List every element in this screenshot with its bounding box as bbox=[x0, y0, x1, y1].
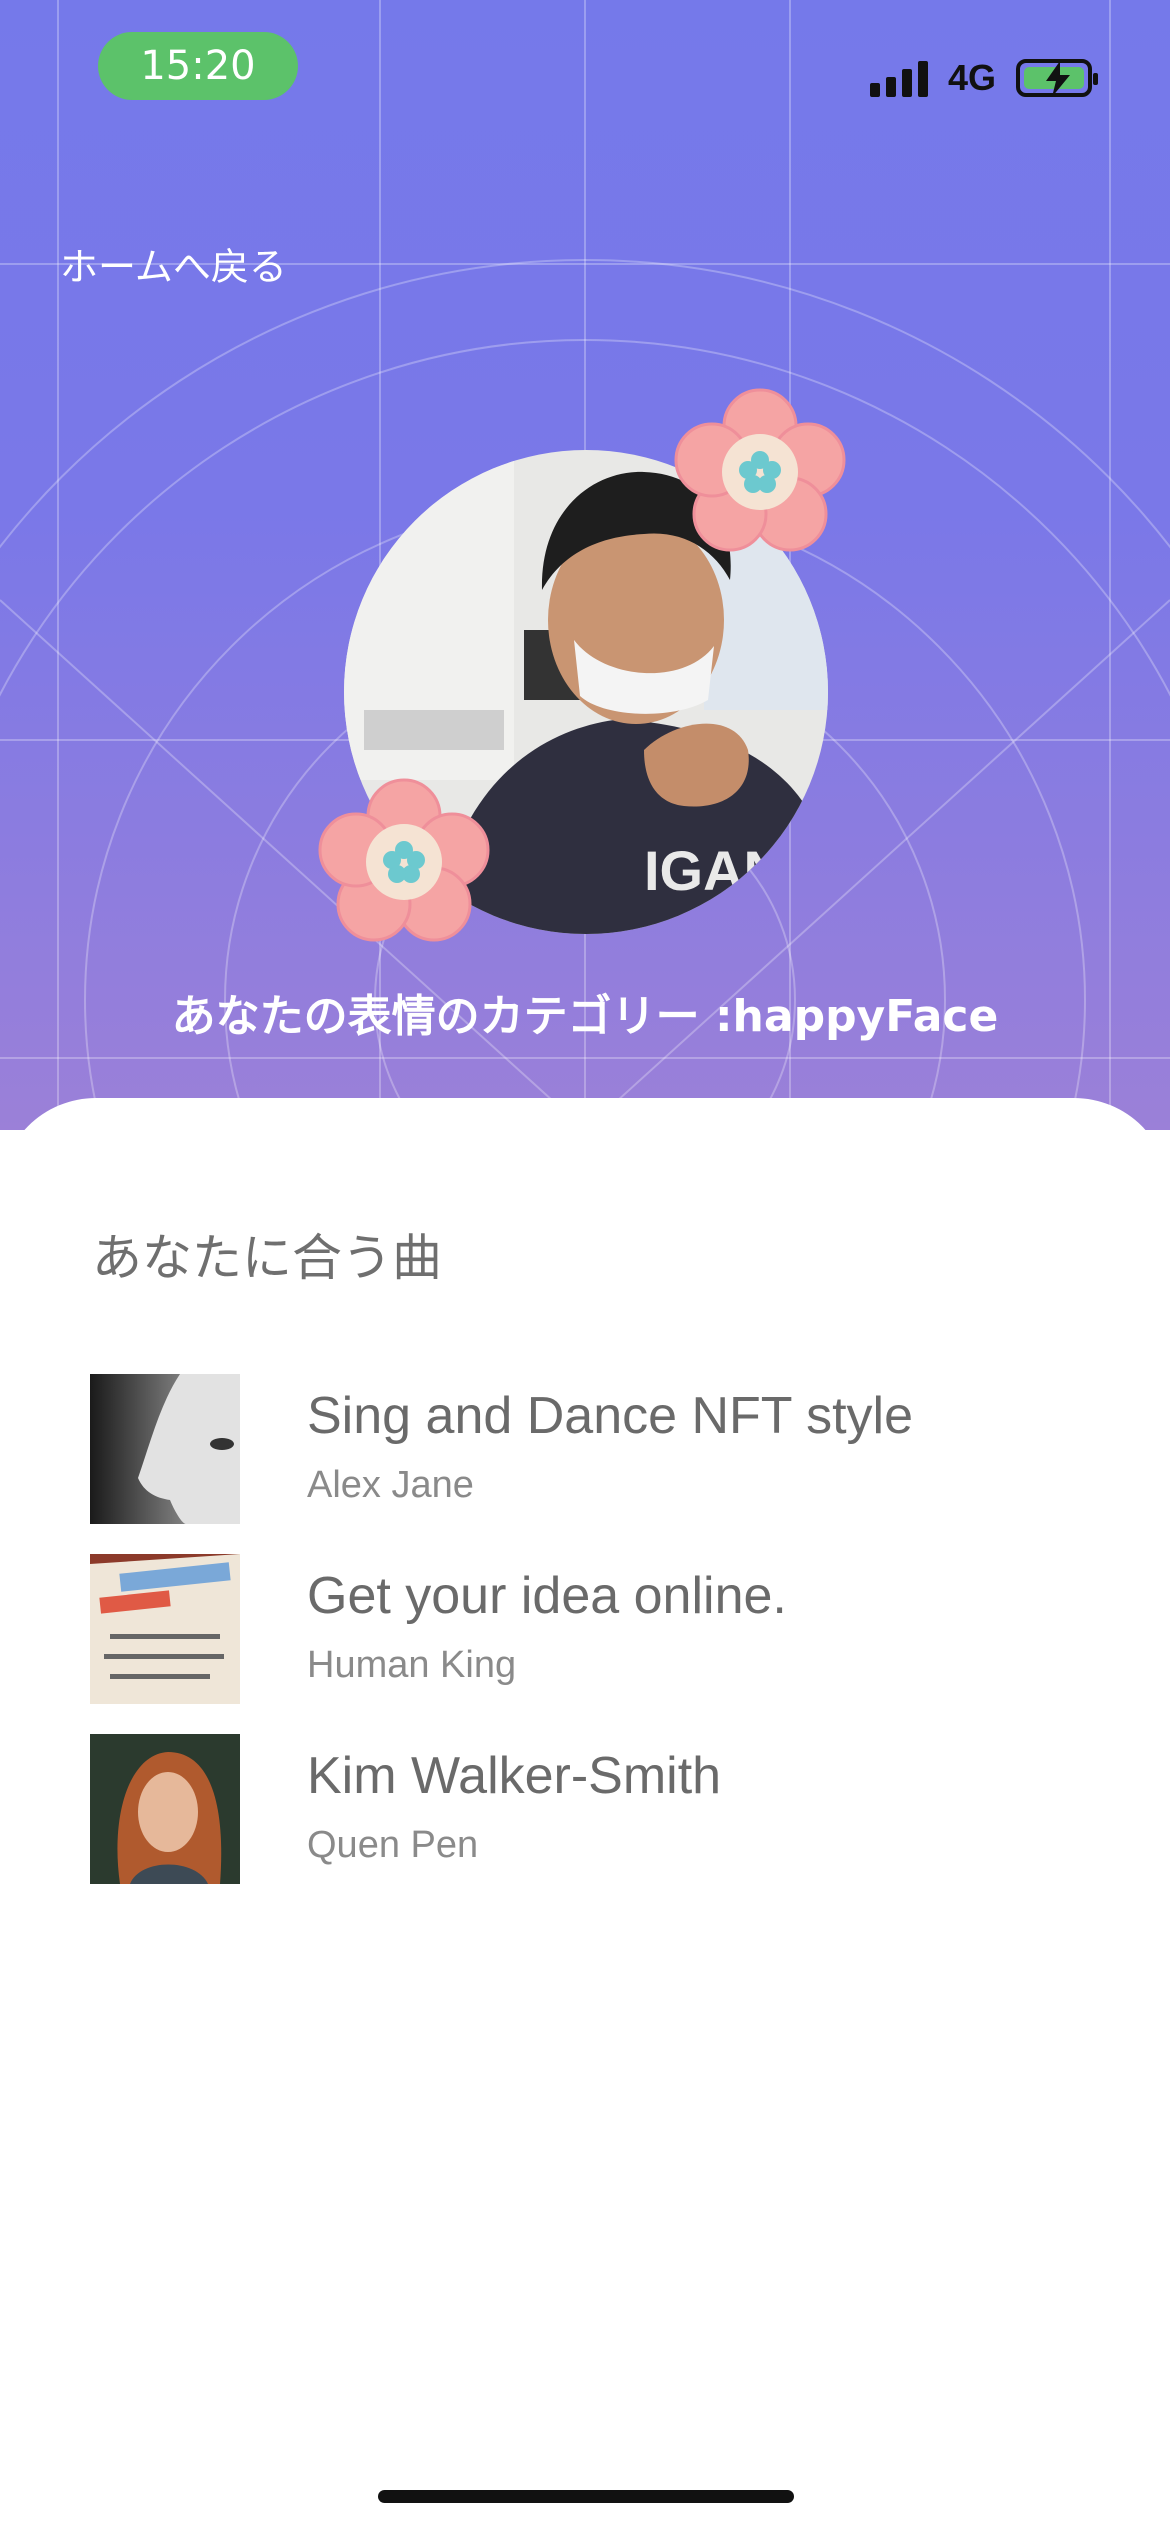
status-time: 15:20 bbox=[98, 32, 298, 100]
signal-icon bbox=[869, 59, 928, 97]
network-type: 4G bbox=[947, 57, 996, 98]
header-background: 15:20 4G ホームへ戻る IGAN あなたの表情のカテゴリー:happy… bbox=[0, 0, 1170, 1130]
flower-icon bbox=[318, 778, 490, 942]
face-profile-thumbnail bbox=[90, 1374, 240, 1524]
song-title: Get your idea online. bbox=[307, 1567, 787, 1625]
flower-icon bbox=[674, 388, 846, 552]
status-icons: 4G bbox=[869, 50, 1098, 106]
song-artist: Quen Pen bbox=[307, 1824, 479, 1866]
expression-category: あなたの表情のカテゴリー :happyFace bbox=[171, 991, 999, 1042]
song-item[interactable]: Get your idea online. Human King bbox=[90, 1554, 1090, 1704]
home-indicator[interactable] bbox=[378, 2490, 794, 2503]
song-artist: Alex Jane bbox=[307, 1464, 474, 1506]
section-title: あなたに合う曲 bbox=[92, 1229, 442, 1287]
song-title: Sing and Dance NFT style bbox=[307, 1387, 913, 1445]
song-item[interactable]: Sing and Dance NFT style Alex Jane bbox=[90, 1374, 1090, 1524]
song-title: Kim Walker-Smith bbox=[307, 1747, 722, 1805]
recommendation-sheet: あなたに合う曲 Sing and Dance NFT style Alex Ja… bbox=[0, 1098, 1170, 2532]
woman-portrait-thumbnail bbox=[90, 1734, 240, 1884]
song-item[interactable]: Kim Walker-Smith Quen Pen bbox=[90, 1734, 1090, 1884]
book-page-thumbnail bbox=[90, 1554, 240, 1704]
battery-charging-icon bbox=[1016, 59, 1098, 97]
back-home-link[interactable]: ホームへ戻る bbox=[60, 236, 287, 291]
screen: 15:20 4G ホームへ戻る IGAN あなたの表情のカテゴリー:happy… bbox=[0, 0, 1170, 2532]
song-artist: Human King bbox=[307, 1644, 517, 1686]
